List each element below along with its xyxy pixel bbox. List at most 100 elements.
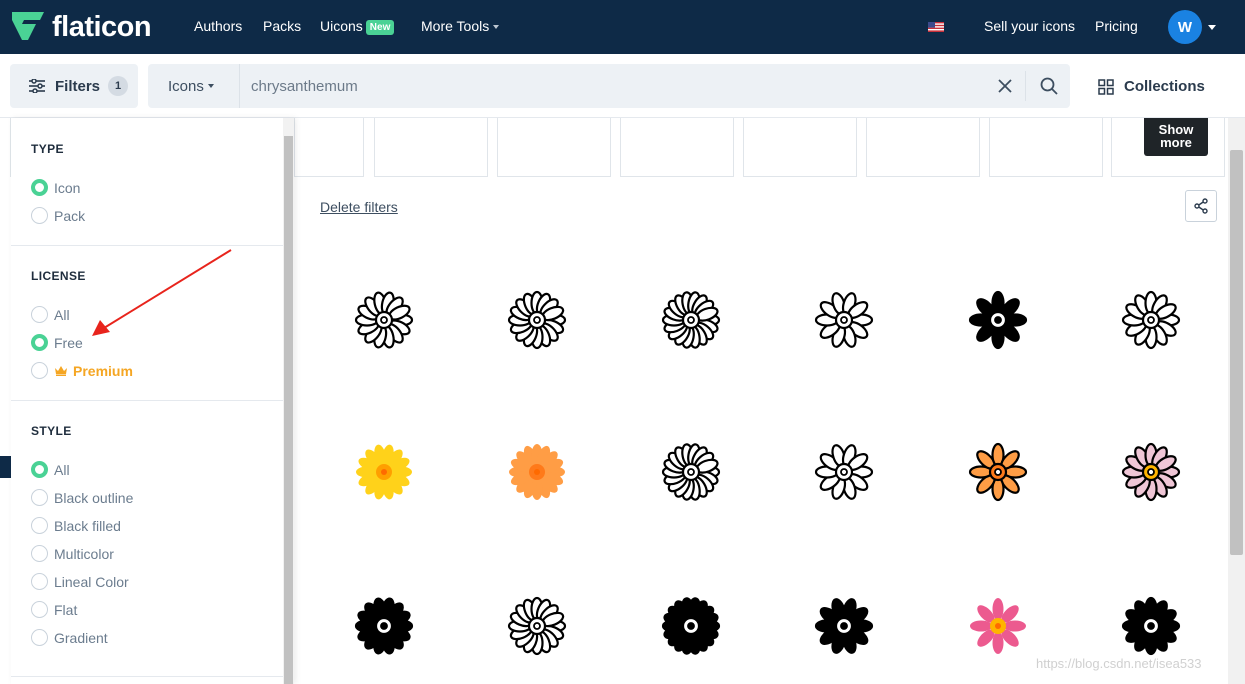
chrysanthemum-pink-icon-12[interactable]	[1116, 437, 1186, 507]
license-option-free[interactable]: Free	[31, 334, 83, 351]
style-title: STYLE	[31, 424, 72, 438]
close-icon[interactable]	[996, 77, 1014, 95]
chrysanthemum-outline-icon-10[interactable]	[809, 437, 879, 507]
search-row: Filters 1 Icons Collections	[0, 54, 1245, 118]
type-option-pack[interactable]: Pack	[31, 207, 85, 224]
nav-uicons-label: Uicons	[320, 18, 363, 34]
chrysanthemum-yellow-icon-7[interactable]	[349, 437, 419, 507]
flower-core	[994, 316, 1002, 324]
flower-core	[995, 623, 1001, 629]
chrysanthemum-filled-icon-15[interactable]	[656, 591, 726, 661]
nav-more-tools-label: More Tools	[421, 18, 490, 34]
license-title: LICENSE	[31, 269, 86, 283]
collapse-tab[interactable]	[0, 456, 11, 478]
page-scrollbar-thumb[interactable]	[1230, 150, 1243, 555]
chrysanthemum-outline-icon-3[interactable]	[656, 285, 726, 355]
radio[interactable]	[31, 362, 48, 379]
related-cell[interactable]	[743, 118, 857, 177]
related-cell[interactable]	[866, 118, 980, 177]
radio[interactable]	[31, 517, 48, 534]
style-option-lineal-color[interactable]: Lineal Color	[31, 573, 129, 590]
nav-sell-icons[interactable]: Sell your icons	[984, 18, 1075, 34]
related-cell[interactable]	[620, 118, 734, 177]
chrysanthemum-filled-icon-13[interactable]	[349, 591, 419, 661]
license-section: LICENSE All Free Premium	[11, 246, 293, 401]
nav-more-tools[interactable]: More Tools	[421, 18, 500, 34]
style-option-black-filled[interactable]: Black filled	[31, 517, 121, 534]
nav-authors[interactable]: Authors	[194, 18, 242, 34]
flower-core	[687, 622, 695, 630]
related-cell[interactable]	[989, 118, 1103, 177]
flower-core	[533, 316, 541, 324]
radio-selected[interactable]	[31, 179, 48, 196]
flower-core	[687, 316, 695, 324]
style-section: STYLE All Black outline Black filled Mul…	[11, 401, 293, 677]
chrysanthemum-orange-icon-11[interactable]	[963, 437, 1033, 507]
type-title: TYPE	[31, 142, 64, 156]
flower-core	[534, 469, 540, 475]
chrysanthemum-pink-icon-17[interactable]	[963, 591, 1033, 661]
avatar-chevron-down-icon[interactable]	[1208, 25, 1216, 30]
chevron-down-icon	[207, 84, 214, 88]
style-option-all[interactable]: All	[31, 461, 70, 478]
search-type-select[interactable]: Icons	[148, 64, 240, 108]
radio[interactable]	[31, 573, 48, 590]
chrysanthemum-outline-icon-4[interactable]	[809, 285, 879, 355]
chrysanthemum-outline-icon-1[interactable]	[349, 285, 419, 355]
radio[interactable]	[31, 207, 48, 224]
share-button[interactable]	[1185, 190, 1217, 222]
chrysanthemum-outline-icon-9[interactable]	[656, 437, 726, 507]
flower-core	[840, 316, 848, 324]
nav-pricing[interactable]: Pricing	[1095, 18, 1138, 34]
style-option-label: Flat	[54, 601, 78, 618]
radio[interactable]	[31, 545, 48, 562]
avatar[interactable]: W	[1168, 10, 1202, 44]
new-badge: New	[365, 20, 395, 35]
flaticon-logo-icon	[12, 12, 44, 40]
style-option-multicolor[interactable]: Multicolor	[31, 545, 114, 562]
related-cell[interactable]	[374, 118, 488, 177]
style-option-label: Black filled	[54, 517, 121, 534]
chrysanthemum-outline-icon-2[interactable]	[502, 285, 572, 355]
chrysanthemum-filled-icon-18[interactable]	[1116, 591, 1186, 661]
nav-uicons[interactable]: Uicons New	[320, 18, 395, 35]
flower-core	[533, 622, 541, 630]
style-option-black-outline[interactable]: Black outline	[31, 489, 133, 506]
chrysanthemum-filled-icon-5[interactable]	[963, 285, 1033, 355]
collections-button[interactable]: Collections	[1098, 78, 1205, 95]
radio[interactable]	[31, 306, 48, 323]
search-input[interactable]	[241, 64, 1001, 108]
radio[interactable]	[31, 629, 48, 646]
style-option-flat[interactable]: Flat	[31, 601, 77, 618]
delete-filters-link[interactable]: Delete filters	[320, 199, 398, 215]
show-more-button[interactable]: Show more	[1144, 118, 1208, 156]
filters-scrollbar-thumb[interactable]	[284, 136, 293, 684]
type-option-icon[interactable]: Icon	[31, 179, 80, 196]
sliders-icon	[29, 79, 45, 93]
flower-core	[380, 316, 388, 324]
chrysanthemum-orange-icon-8[interactable]	[502, 437, 572, 507]
watermark: https://blog.csdn.net/isea533	[1036, 656, 1202, 671]
related-strip-edge	[0, 118, 11, 177]
license-option-premium[interactable]: Premium	[31, 362, 133, 379]
filters-button[interactable]: Filters 1	[10, 64, 138, 108]
radio-selected[interactable]	[31, 461, 48, 478]
radio[interactable]	[31, 601, 48, 618]
chrysanthemum-outline-icon-14[interactable]	[502, 591, 572, 661]
related-cell[interactable]	[497, 118, 611, 177]
style-option-gradient[interactable]: Gradient	[31, 629, 108, 646]
us-flag-icon[interactable]	[928, 22, 944, 32]
related-cell[interactable]	[294, 118, 364, 177]
license-option-label: All	[54, 306, 70, 323]
license-option-all[interactable]: All	[31, 306, 70, 323]
chrysanthemum-outline-icon-6[interactable]	[1116, 285, 1186, 355]
flaticon-logo[interactable]: flaticon	[10, 10, 152, 44]
search-icon[interactable]	[1039, 76, 1059, 96]
radio-selected[interactable]	[31, 334, 48, 351]
chrysanthemum-filled-icon-16[interactable]	[809, 591, 879, 661]
flower-core	[1147, 468, 1155, 476]
filters-label: Filters	[55, 77, 101, 95]
nav-packs[interactable]: Packs	[263, 18, 301, 34]
flower-core	[1147, 316, 1155, 324]
radio[interactable]	[31, 489, 48, 506]
